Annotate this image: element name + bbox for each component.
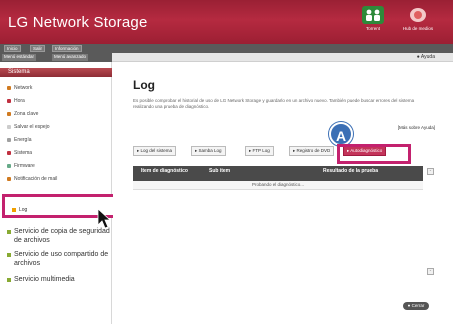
tab-dvd-log[interactable]: ▸ Registro de DVD xyxy=(289,146,335,156)
log-icon xyxy=(12,208,16,212)
status-text: Probando el diagnóstico... xyxy=(251,182,305,187)
sharing-icon xyxy=(7,253,11,257)
sidebar-group-label: Servicio de copia de seguridad de archiv… xyxy=(14,228,110,244)
close-button[interactable]: ● Cerrar xyxy=(403,302,429,310)
sidebar-item-label: Energía xyxy=(14,137,32,143)
diagnosis-table: Item de diagnóstico Sub item Resultado d… xyxy=(133,166,423,190)
tab-label: Samba Log xyxy=(198,148,222,153)
brand-title: LG Network Storage xyxy=(8,14,148,31)
sidebar-group-sharing[interactable]: Servicio de uso compartido de archivos xyxy=(7,250,111,268)
tab-label: Registro de DVD xyxy=(296,148,331,153)
sidebar-item-firmware[interactable]: Firmware xyxy=(7,163,35,169)
tab-arrow-icon: ▸ xyxy=(195,148,198,153)
backup-icon xyxy=(7,230,11,234)
media-hub-label: Hub de medios xyxy=(402,26,434,31)
sidebar-item-label: Hora xyxy=(14,98,25,104)
annotation-highlight-box xyxy=(337,144,411,164)
sidebar-group-label: Servicio de uso compartido de archivos xyxy=(14,251,109,267)
tab-arrow-icon: ▸ xyxy=(249,148,252,153)
tab-label: FTP Log xyxy=(252,148,270,153)
sidebar-item-label: Network xyxy=(14,85,33,91)
col-header-subitem: Sub item xyxy=(209,168,231,174)
help-more-link[interactable]: [Más sobre Ayuda] xyxy=(398,125,435,130)
page-description: Es posible comprobar el historial de uso… xyxy=(133,98,415,109)
sidebar-item-label: Firmware xyxy=(14,163,35,169)
sidebar-item-label: Sistema xyxy=(14,150,33,156)
zone-icon xyxy=(7,112,11,116)
tab-advanced-menu[interactable]: Menú avanzado xyxy=(52,54,89,61)
col-header-result: Resultado de la prueba xyxy=(323,168,379,174)
system-icon xyxy=(7,151,11,155)
sidebar-item-zone[interactable]: Zona clave xyxy=(7,111,39,117)
close-label: Cerrar xyxy=(411,303,425,308)
sidebar-item-log[interactable]: Log xyxy=(12,207,28,213)
clock-icon xyxy=(7,99,11,103)
media-hub-button[interactable]: Hub de medios xyxy=(398,6,438,31)
tab-ftp-log[interactable]: ▸ FTP Log xyxy=(245,146,274,156)
col-header-item: Item de diagnóstico xyxy=(141,168,188,174)
main-content: Log Es posible comprobar el historial de… xyxy=(113,62,453,324)
annotation-marker: A xyxy=(329,122,353,146)
menu-tabs: Menú estándar Menú avanzado xyxy=(0,53,112,62)
media-hub-icon xyxy=(407,6,429,24)
mail-icon xyxy=(7,177,11,181)
torrent-icon xyxy=(362,6,384,24)
sidebar-item-label: Notificación de mail xyxy=(14,176,58,182)
table-row: Probando el diagnóstico... xyxy=(133,181,423,190)
sidebar-group-label: Servicio multimedia xyxy=(14,276,75,283)
mouse-cursor-icon xyxy=(97,208,111,229)
multimedia-icon xyxy=(7,278,11,282)
help-icon: ● xyxy=(416,54,420,60)
help-link-top[interactable]: ● Ayuda xyxy=(417,54,435,60)
tab-arrow-icon: ▸ xyxy=(293,148,296,153)
sidebar-item-mail-notification[interactable]: Notificación de mail xyxy=(7,176,58,182)
sidebar-item-label: Salvar el espejo xyxy=(14,124,50,130)
sidebar: Menú estándar Menú avanzado Sistema Netw… xyxy=(0,53,112,324)
tab-standard-menu[interactable]: Menú estándar xyxy=(2,54,37,61)
home-button[interactable]: Inicio xyxy=(4,45,21,52)
tab-label: Log del sistema xyxy=(140,148,173,153)
tab-system-log[interactable]: ▸ Log del sistema xyxy=(133,146,177,156)
mirror-icon xyxy=(7,125,11,129)
network-icon xyxy=(7,86,11,90)
tab-samba-log[interactable]: ▸ Samba Log xyxy=(191,146,226,156)
info-button[interactable]: Información xyxy=(52,45,82,52)
sidebar-item-time[interactable]: Hora xyxy=(7,98,25,104)
sidebar-item-energy[interactable]: Energía xyxy=(7,137,32,143)
sidebar-item-network[interactable]: Network xyxy=(7,85,33,91)
sidebar-item-label: Log xyxy=(19,207,28,213)
scroll-up-button[interactable]: - xyxy=(427,168,434,175)
help-label: Ayuda xyxy=(420,54,435,60)
app-header: LG Network Storage Torrent Hub de medios xyxy=(0,0,453,44)
scroll-down-button[interactable]: - xyxy=(427,268,434,275)
torrent-button[interactable]: Torrent xyxy=(353,6,393,31)
tab-arrow-icon: ▸ xyxy=(137,148,140,153)
sidebar-item-mirror[interactable]: Salvar el espejo xyxy=(7,124,50,130)
firmware-icon xyxy=(7,164,11,168)
top-toolbar: Inicio Salir Información xyxy=(0,44,453,53)
close-icon: ● xyxy=(407,303,411,308)
sidebar-item-label: Zona clave xyxy=(14,111,39,117)
category-system[interactable]: Sistema xyxy=(0,68,112,77)
energy-icon xyxy=(7,138,11,142)
sidebar-group-multimedia[interactable]: Servicio multimedia xyxy=(7,275,75,284)
sidebar-item-system[interactable]: Sistema xyxy=(7,150,33,156)
torrent-label: Torrent xyxy=(365,26,380,31)
page-title: Log xyxy=(133,78,155,92)
table-header: Item de diagnóstico Sub item Resultado d… xyxy=(133,166,423,181)
logout-button[interactable]: Salir xyxy=(30,45,46,52)
